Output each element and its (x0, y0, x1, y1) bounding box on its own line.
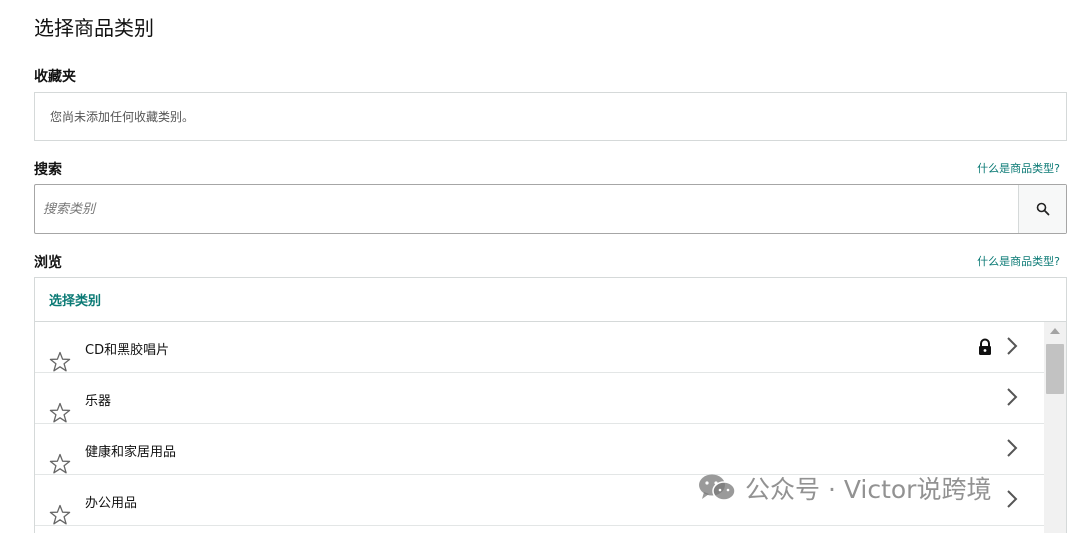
browse-label: 浏览 (34, 255, 62, 271)
favorites-box: 您尚未添加任何收藏类别。 (34, 92, 1067, 141)
chevron-right-icon[interactable] (1004, 437, 1020, 459)
star-icon[interactable] (48, 350, 72, 374)
category-label: CD和黑胶唱片 (85, 343, 170, 358)
category-label: 办公用品 (85, 496, 138, 511)
chevron-right-icon[interactable] (1004, 488, 1020, 510)
star-icon[interactable] (48, 452, 72, 476)
favorites-empty-text: 您尚未添加任何收藏类别。 (50, 110, 195, 124)
category-scrollbar[interactable] (1044, 322, 1066, 533)
scroll-up-arrow-icon[interactable] (1050, 328, 1060, 334)
browse-header-label: 选择类别 (49, 294, 102, 309)
chevron-right-icon[interactable] (1004, 386, 1020, 408)
search-input[interactable] (35, 185, 1019, 233)
star-icon[interactable] (48, 401, 72, 425)
category-list: CD和黑胶唱片 乐器 健康和家居用品 办公用品 (35, 322, 1044, 526)
category-label: 健康和家居用品 (85, 445, 177, 460)
browse-help-link[interactable]: 什么是商品类型? (977, 253, 1060, 269)
star-icon[interactable] (48, 503, 72, 527)
category-item[interactable]: 乐器 (35, 373, 1044, 424)
search-help-link[interactable]: 什么是商品类型? (977, 160, 1060, 176)
search-box (34, 184, 1067, 234)
browse-panel: 选择类别 CD和黑胶唱片 乐器 健康和家居用品 办公用品 (34, 277, 1067, 533)
search-label: 搜索 (34, 162, 62, 178)
category-item[interactable]: 办公用品 (35, 475, 1044, 526)
favorites-label: 收藏夹 (34, 69, 76, 85)
category-item[interactable]: 健康和家居用品 (35, 424, 1044, 475)
search-button[interactable] (1018, 185, 1066, 233)
search-icon (1036, 202, 1049, 216)
category-label: 乐器 (85, 394, 112, 409)
page-title: 选择商品类别 (34, 16, 154, 40)
chevron-right-icon[interactable] (1004, 335, 1020, 357)
browse-header: 选择类别 (35, 278, 1066, 322)
lock-icon (979, 338, 991, 355)
category-item[interactable]: CD和黑胶唱片 (35, 322, 1044, 373)
scroll-thumb[interactable] (1046, 344, 1064, 394)
